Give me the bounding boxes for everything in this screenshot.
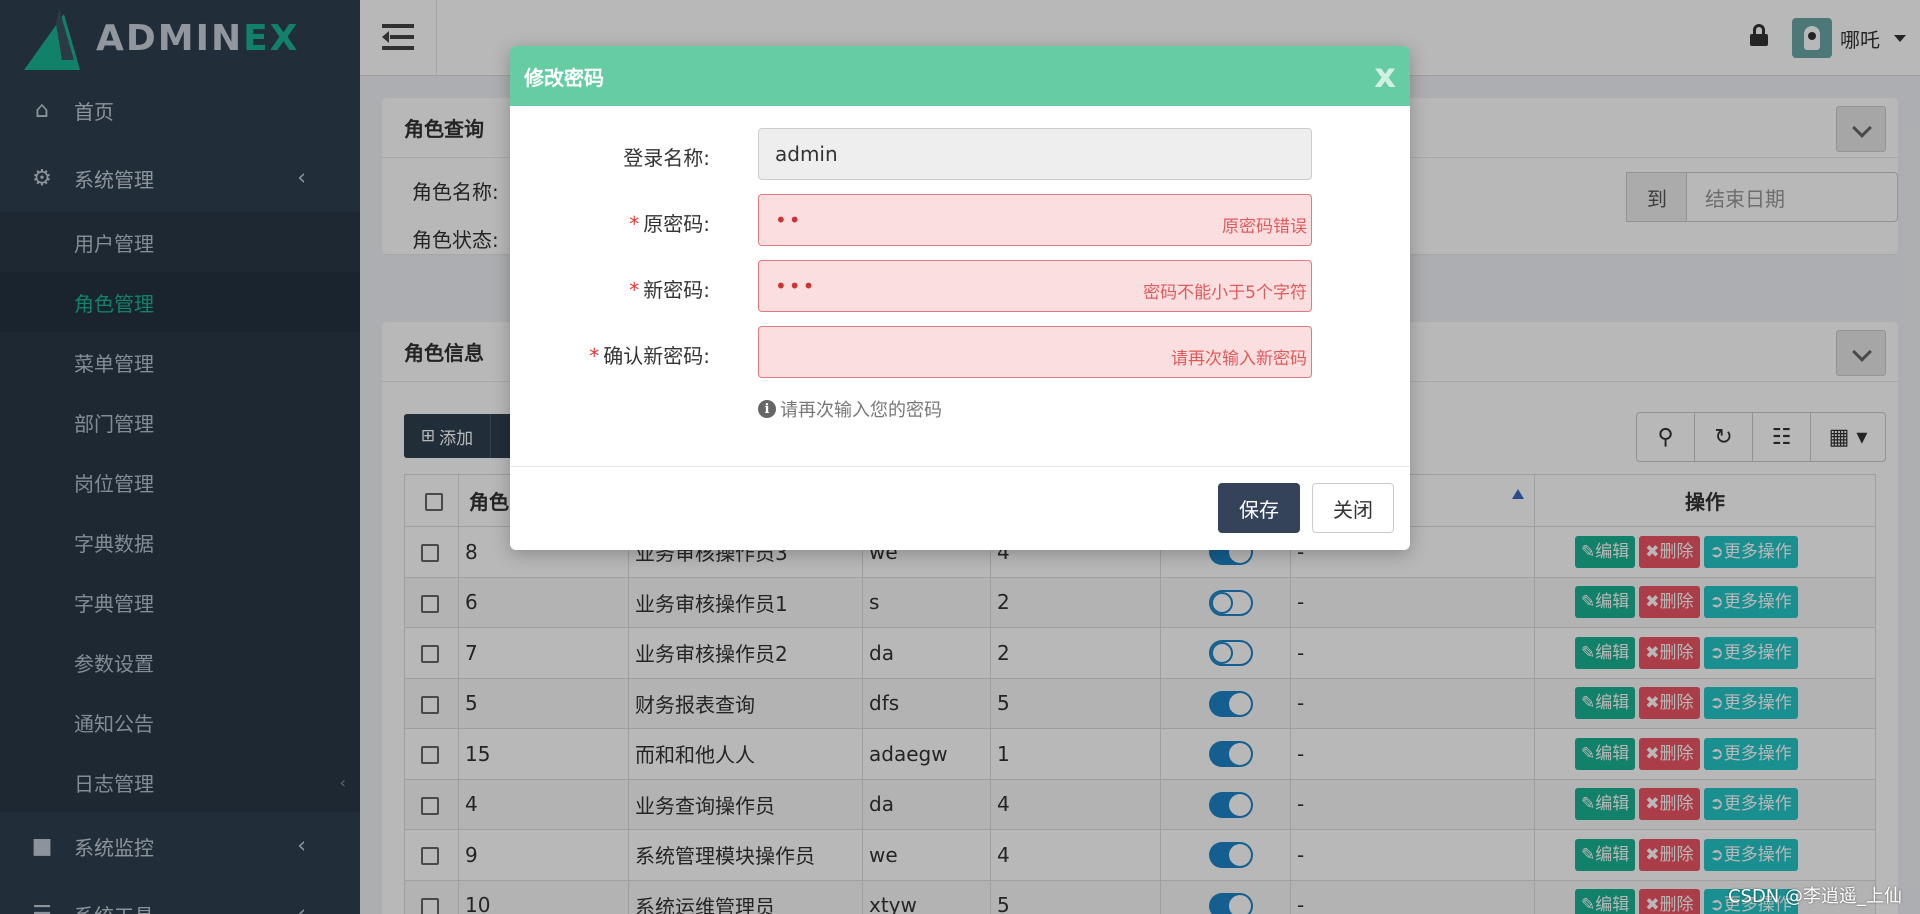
login-name-label: 登录名称: (623, 146, 710, 170)
watermark: CSDN @李逍遥_上仙 (1727, 886, 1902, 907)
new-password-field[interactable]: ••• 密码不能小于5个字符 (758, 260, 1312, 312)
help-text: 请再次输入您的密码 (780, 400, 942, 421)
confirm-password-help: i 请再次输入您的密码 (758, 396, 942, 422)
new-password-error: 密码不能小于5个字符 (1143, 283, 1307, 303)
login-name-field: admin (758, 128, 1312, 180)
login-name-row: 登录名称: admin (510, 128, 1410, 180)
required-asterisk: * (629, 278, 640, 302)
old-password-label: * 原密码: (629, 212, 710, 236)
confirm-password-label: * 确认新密码: (589, 344, 710, 368)
modal-header: 修改密码 x (510, 46, 1410, 106)
confirm-password-field[interactable]: 请再次输入新密码 (758, 326, 1312, 378)
modal-footer: 保存 关闭 (510, 466, 1410, 550)
close-icon[interactable]: x (1374, 56, 1396, 96)
save-button[interactable]: 保存 (1218, 483, 1300, 533)
confirm-password-row: * 确认新密码: 请再次输入新密码 (510, 326, 1410, 378)
new-password-row: * 新密码: ••• 密码不能小于5个字符 (510, 260, 1410, 312)
info-icon: i (758, 400, 776, 418)
required-asterisk: * (589, 344, 600, 368)
change-password-modal: 修改密码 x 登录名称: admin * 原密码: •• 原密码错误 * 新密码: … (510, 46, 1410, 550)
confirm-password-error: 请再次输入新密码 (1171, 349, 1307, 369)
old-password-field[interactable]: •• 原密码错误 (758, 194, 1312, 246)
modal-title: 修改密码 (524, 65, 604, 90)
old-password-row: * 原密码: •• 原密码错误 (510, 194, 1410, 246)
old-password-error: 原密码错误 (1222, 217, 1307, 237)
new-password-label: * 新密码: (629, 278, 710, 302)
password-mask: •• (775, 208, 803, 232)
close-button[interactable]: 关闭 (1312, 483, 1394, 533)
password-mask: ••• (775, 274, 817, 298)
required-asterisk: * (629, 212, 640, 236)
